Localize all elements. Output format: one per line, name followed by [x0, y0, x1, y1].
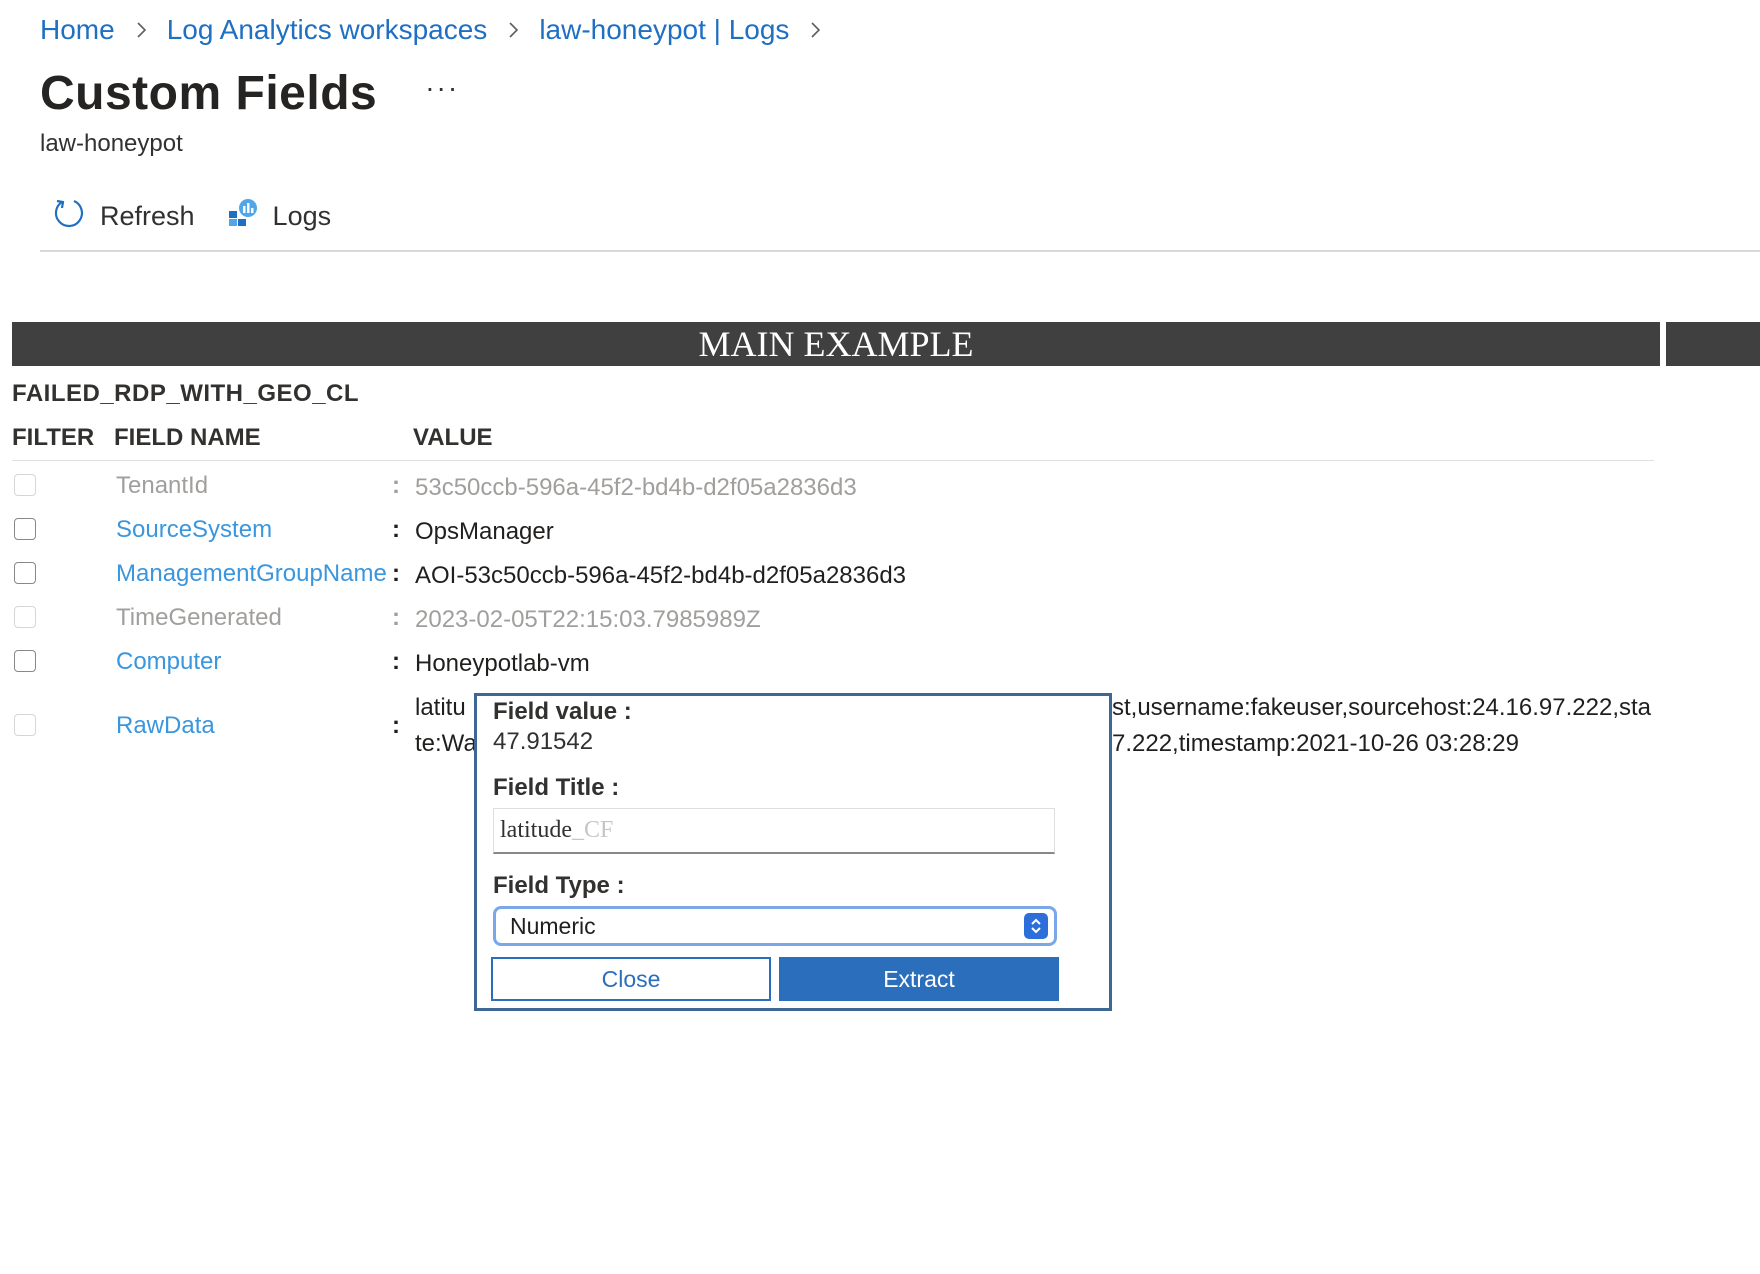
- field-name: TenantId: [116, 472, 209, 499]
- field-type-select[interactable]: Numeric: [493, 906, 1057, 946]
- field-colon: :: [392, 516, 400, 543]
- field-extraction-popup: Field value : 47.91542 Field Title : lat…: [474, 693, 1112, 1011]
- page-title: Custom Fields: [40, 67, 378, 120]
- field-title-label: Field Title :: [493, 774, 620, 801]
- logs-button[interactable]: Logs: [227, 197, 332, 236]
- filter-checkbox[interactable]: [14, 518, 36, 540]
- field-name[interactable]: SourceSystem: [116, 516, 272, 544]
- chevron-right-icon: [131, 20, 151, 40]
- chevron-right-icon: [805, 20, 825, 40]
- title-row: Custom Fields ···: [40, 66, 459, 121]
- raw-data-value-line1-end[interactable]: st,username:fakeuser,sourcehost:24.16.97…: [1112, 694, 1651, 722]
- refresh-button[interactable]: Refresh: [52, 196, 195, 237]
- filter-checkbox: [14, 474, 36, 496]
- field-name[interactable]: ManagementGroupName: [116, 560, 387, 588]
- header-divider: [12, 460, 1654, 461]
- field-value: 2023-02-05T22:15:03.7985989Z: [415, 606, 761, 633]
- select-arrows-icon: [1024, 913, 1048, 939]
- table-row: ManagementGroupName : AOI-53c50ccb-596a-…: [0, 560, 1660, 592]
- field-name: TimeGenerated: [116, 604, 282, 631]
- breadcrumb: Home Log Analytics workspaces law-honeyp…: [40, 12, 841, 48]
- table-name: FAILED_RDP_WITH_GEO_CL: [12, 380, 360, 407]
- table-row: SourceSystem : OpsManager: [0, 516, 1660, 548]
- field-type-label: Field Type :: [493, 872, 625, 899]
- field-title-value: latitude: [500, 817, 572, 843]
- field-colon: :: [392, 604, 400, 631]
- field-value[interactable]: Honeypotlab-vm: [415, 650, 590, 678]
- main-example-banner: MAIN EXAMPLE: [12, 322, 1660, 366]
- filter-checkbox: [14, 714, 36, 736]
- column-header-filter: FILTER: [12, 424, 95, 451]
- field-value-label: Field value :: [493, 698, 632, 725]
- logs-icon: [227, 197, 273, 236]
- column-header-value: VALUE: [413, 424, 493, 451]
- field-name[interactable]: Computer: [116, 648, 221, 676]
- close-button[interactable]: Close: [491, 957, 771, 1001]
- table-row: TimeGenerated : 2023-02-05T22:15:03.7985…: [0, 604, 1660, 636]
- banner-extension: [1666, 322, 1760, 366]
- table-row: Computer : Honeypotlab-vm: [0, 648, 1660, 680]
- column-headers: FILTER FIELD NAME VALUE: [0, 424, 1660, 460]
- field-colon: :: [392, 560, 400, 587]
- more-options-button[interactable]: ···: [425, 72, 459, 104]
- filter-checkbox[interactable]: [14, 562, 36, 584]
- table-row: TenantId : 53c50ccb-596a-45f2-bd4b-d2f05…: [0, 472, 1660, 504]
- field-colon: :: [392, 712, 400, 739]
- raw-data-value-line1-start[interactable]: latitu: [415, 694, 466, 722]
- field-value-display: 47.91542: [493, 728, 594, 755]
- raw-data-value-line2-end[interactable]: 7.222,timestamp:2021-10-26 03:28:29: [1112, 730, 1519, 758]
- column-header-field-name: FIELD NAME: [114, 424, 261, 451]
- filter-checkbox[interactable]: [14, 650, 36, 672]
- refresh-icon: [52, 196, 100, 237]
- field-value[interactable]: AOI-53c50ccb-596a-45f2-bd4b-d2f05a2836d3: [415, 562, 906, 590]
- breadcrumb-law-honeypot-logs[interactable]: law-honeypot | Logs: [539, 14, 789, 46]
- field-value: 53c50ccb-596a-45f2-bd4b-d2f05a2836d3: [415, 474, 857, 501]
- field-title-suffix: _CF: [571, 817, 614, 843]
- raw-data-value-line2-start[interactable]: te:Wa: [415, 730, 477, 758]
- refresh-label: Refresh: [100, 200, 195, 231]
- field-type-selected: Numeric: [510, 912, 596, 939]
- logs-label: Logs: [272, 200, 332, 231]
- field-colon: :: [392, 472, 400, 499]
- chevron-right-icon: [503, 20, 523, 40]
- filter-checkbox: [14, 606, 36, 628]
- field-value[interactable]: OpsManager: [415, 518, 554, 546]
- page-subtitle: law-honeypot: [40, 130, 183, 157]
- extract-button[interactable]: Extract: [779, 957, 1059, 1001]
- breadcrumb-home[interactable]: Home: [40, 14, 115, 46]
- field-name[interactable]: RawData: [116, 712, 215, 740]
- toolbar-divider: [40, 250, 1760, 252]
- command-bar: Refresh Logs: [52, 192, 363, 240]
- field-title-input[interactable]: latitude _CF: [493, 808, 1055, 854]
- breadcrumb-log-analytics-workspaces[interactable]: Log Analytics workspaces: [167, 14, 488, 46]
- field-colon: :: [392, 648, 400, 675]
